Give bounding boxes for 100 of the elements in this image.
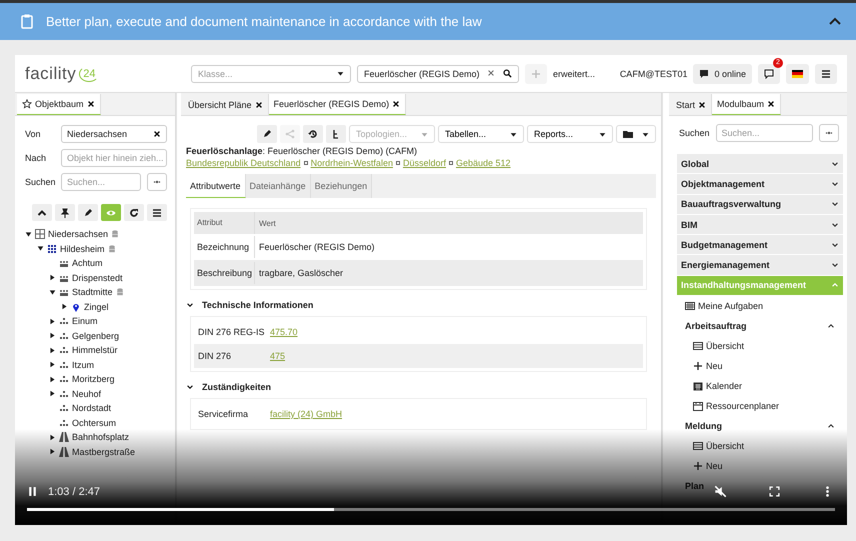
module-link[interactable]: Neu (706, 461, 723, 472)
chevron-up-icon (827, 422, 835, 430)
tree-tool-button[interactable] (55, 204, 75, 221)
fullscreen-button[interactable] (769, 486, 780, 497)
panel-tab[interactable]: Modulbaum (712, 94, 782, 115)
module-header[interactable]: Global (677, 154, 843, 174)
tree-item[interactable]: Ochtersum (72, 418, 116, 428)
language-button[interactable] (786, 64, 809, 84)
field-label: DIN 276 (197, 351, 232, 361)
field-label: Suchen (679, 128, 710, 138)
tree-tool-button[interactable] (32, 204, 52, 221)
module-header[interactable]: Objektmanagement (677, 174, 843, 195)
module-header[interactable]: BIM (677, 214, 843, 236)
module-link[interactable]: Übersicht (706, 441, 744, 452)
road-icon (59, 446, 69, 457)
section-title[interactable]: Zuständigkeiten (202, 382, 272, 392)
caret-icon (421, 130, 428, 138)
detail-tab[interactable]: Attributwerte (186, 174, 246, 198)
module-link[interactable]: Neu (706, 361, 723, 372)
module-link[interactable]: Übersicht (706, 341, 744, 352)
org-icon (59, 345, 69, 356)
separator-icon (448, 161, 453, 165)
search-icon (503, 69, 512, 78)
separator-icon (304, 161, 308, 165)
section-title[interactable]: Technische Informationen (202, 300, 314, 310)
tree-item[interactable]: Himmelstür (72, 345, 118, 356)
chevron-down-icon (831, 220, 839, 229)
mute-button[interactable] (714, 485, 727, 498)
tree-item[interactable]: Bahnhofsplatz (72, 432, 130, 442)
tree-item[interactable]: Einum (72, 316, 98, 326)
dots-icon (153, 178, 161, 186)
menu-button[interactable] (815, 64, 837, 84)
online-button[interactable]: 0 online (693, 64, 752, 84)
pencil-icon (262, 129, 272, 139)
dots-icon (825, 129, 833, 137)
module-group[interactable]: Meldung (685, 421, 722, 432)
detail-tab[interactable]: Dateianhänge (246, 174, 311, 198)
messages-button[interactable] (758, 64, 780, 84)
tree-tool-button[interactable] (124, 204, 144, 221)
module-group[interactable]: Arbeitsauftrag (685, 321, 747, 332)
table-cell-text: tragbare, Gaslöscher (258, 268, 344, 278)
database-icon (116, 288, 124, 296)
chevron-up-icon (827, 322, 835, 330)
calendar-icon (693, 381, 703, 392)
detail-tab[interactable]: Beziehungen (310, 174, 372, 198)
tree-item[interactable]: Itzum (72, 360, 94, 370)
dropdown[interactable]: Reports... (527, 125, 613, 143)
tree-item[interactable]: Hildesheim (60, 244, 105, 254)
field-label: Suchen (25, 177, 55, 187)
module-header[interactable]: Energiemanagement (677, 255, 843, 276)
module-link[interactable]: Kalender (706, 381, 742, 392)
tree-item[interactable]: Achtum (72, 258, 103, 268)
tree-item[interactable]: Neuhof (72, 388, 102, 399)
module-header[interactable]: Bauauftragsverwaltung (677, 194, 843, 215)
chevron-down-icon (186, 383, 194, 391)
tree-tool-button[interactable] (78, 204, 98, 221)
progress-track[interactable] (27, 508, 835, 511)
database-icon (108, 244, 116, 253)
collapsed-arrow-icon (48, 274, 56, 282)
tree-item[interactable]: Gelgenberg (72, 330, 120, 341)
folder-dropdown[interactable] (616, 125, 656, 143)
tree-item[interactable]: Zingel (84, 302, 109, 312)
tree-item[interactable]: Drispenstedt (72, 272, 123, 283)
org-icon (59, 403, 69, 414)
module-header[interactable]: Budgetmanagement (677, 235, 843, 256)
module-link[interactable]: Meine Aufgaben (698, 301, 764, 312)
tree-tool-button[interactable] (147, 204, 167, 221)
close-icon (254, 100, 263, 108)
toolbar-button[interactable] (303, 125, 323, 143)
table-icon (685, 301, 695, 312)
toolbar-button[interactable] (326, 125, 346, 143)
pencil-icon (83, 208, 93, 218)
close-icon (767, 100, 776, 108)
org-icon (59, 388, 69, 399)
separator-icon (396, 161, 400, 165)
toolbar-button[interactable] (257, 125, 277, 143)
expanded-arrow-icon (48, 288, 56, 296)
search-field[interactable]: Feuerlöscher (REGIS Demo) (357, 64, 519, 82)
tree-item[interactable]: Nordstadt (72, 403, 112, 414)
panel-tab[interactable]: Objektbaum (17, 94, 101, 115)
folder-icon (623, 129, 633, 139)
dropdown[interactable]: Tabellen... (438, 125, 524, 143)
field-label: Von (25, 129, 42, 139)
grid-icon (47, 244, 57, 254)
plus-icon (531, 68, 541, 78)
module-link[interactable]: Ressourcenplaner (706, 401, 780, 412)
tree-item[interactable]: Mastbergstraße (72, 446, 136, 457)
tree-item[interactable]: Stadtmitte (72, 287, 113, 298)
caret-icon (642, 130, 649, 138)
chevron-down-icon (831, 261, 839, 270)
history-icon (308, 129, 318, 139)
tree-item[interactable]: Moritzberg (72, 374, 115, 384)
chevron-down-icon (831, 240, 839, 249)
input-field[interactable]: Niedersachsen (61, 125, 167, 143)
document-tab[interactable]: Feuerlöscher (REGIS Demo) (268, 94, 406, 115)
advanced-search-link[interactable]: erweitert... (553, 68, 614, 78)
logo-badge: 24 (79, 66, 100, 82)
tree-item[interactable]: Niedersachsen (48, 229, 108, 240)
pause-button[interactable] (27, 486, 38, 497)
org-icon (59, 374, 69, 384)
